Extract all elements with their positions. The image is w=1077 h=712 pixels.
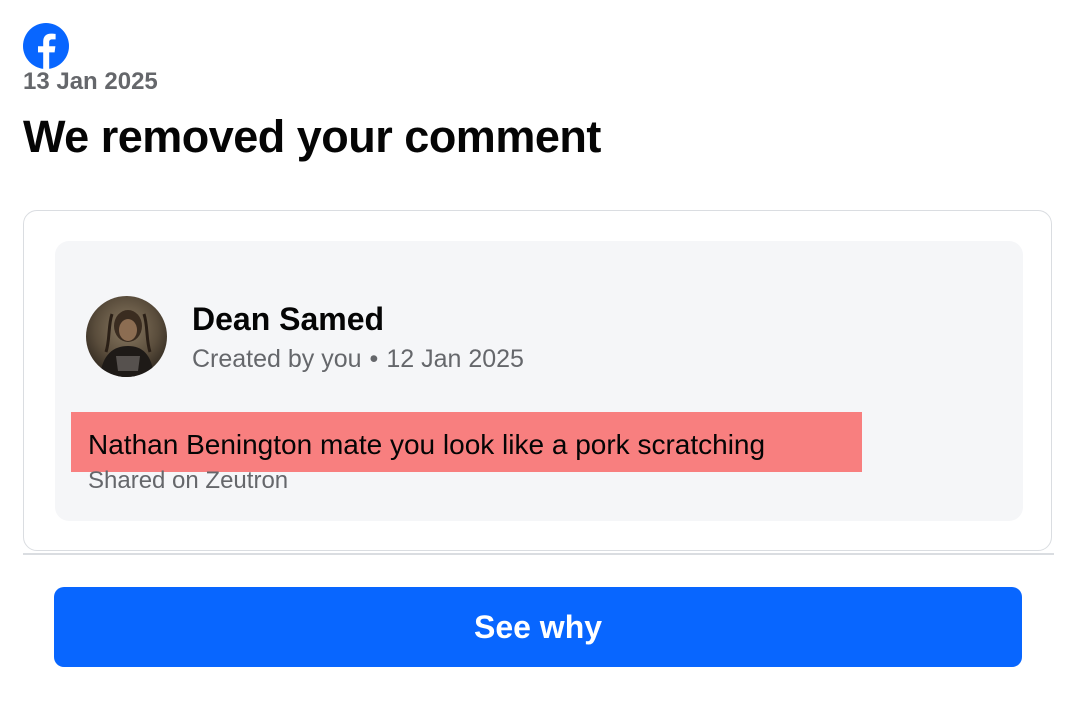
author-name: Dean Samed — [192, 301, 385, 337]
comment-text: Nathan Benington mate you look like a po… — [88, 429, 766, 460]
shared-on-label: Shared on Zeutron — [88, 467, 289, 494]
meta-separator: • — [369, 345, 379, 373]
facebook-logo-icon — [23, 23, 69, 69]
created-date: 12 Jan 2025 — [386, 345, 524, 373]
divider — [23, 553, 1054, 555]
created-by-label: Created by you — [192, 345, 362, 373]
see-why-button[interactable]: See why — [54, 587, 1022, 667]
removed-comment-card: Dean Samed Created by you • 12 Jan 2025 Na… — [23, 210, 1052, 551]
comment-preview: Dean Samed Created by you • 12 Jan 2025 Na… — [55, 241, 1023, 521]
notification-date: 13 Jan 2025 — [23, 68, 158, 95]
user-avatar — [86, 296, 167, 377]
post-meta: Created by you • 12 Jan 2025 — [192, 344, 524, 374]
page-title: We removed your comment — [23, 111, 601, 162]
